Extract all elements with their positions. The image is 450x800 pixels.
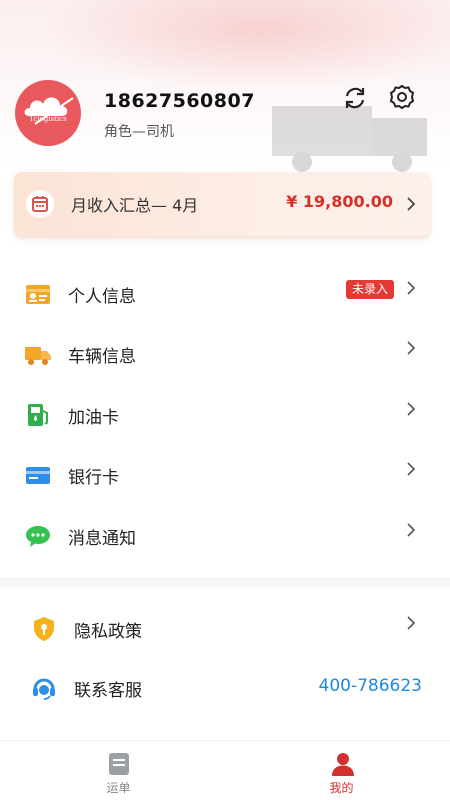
avatar-brand-text: Tclogistics: [29, 115, 67, 123]
income-title: 月收入汇总— 4月: [71, 196, 199, 215]
bottom-tab-bar: 运单 我的: [0, 740, 450, 800]
cloud-logo-icon: [24, 97, 74, 125]
chevron-right-icon: [407, 523, 416, 537]
shield-icon: [34, 617, 54, 641]
menu-label: 银行卡: [68, 468, 119, 488]
status-badge: 未录入: [345, 280, 394, 299]
id-card-icon: [26, 285, 50, 304]
menu-label: 隐私政策: [74, 622, 142, 642]
chevron-right-icon: [407, 462, 416, 476]
menu-label: 联系客服: [74, 681, 142, 701]
section-divider: [0, 578, 450, 588]
truck-icon: [25, 347, 51, 365]
chat-bubble-icon: [26, 526, 50, 547]
menu-label: 车辆信息: [68, 347, 136, 367]
menu-item-fuel-card[interactable]: 加油卡: [0, 386, 450, 442]
chevron-right-icon: [407, 281, 416, 295]
gear-icon[interactable]: [388, 83, 416, 111]
fuel-pump-icon: [28, 404, 48, 426]
calendar-icon: [26, 190, 54, 218]
profile-header: Tclogistics 18627560807 角色—司机: [0, 0, 450, 170]
user-phone: 18627560807: [104, 90, 255, 112]
menu-label: 消息通知: [68, 529, 136, 549]
user-role: 角色—司机: [104, 124, 174, 140]
tab-waybill[interactable]: 运单: [0, 741, 225, 800]
avatar[interactable]: Tclogistics: [15, 80, 81, 146]
chevron-right-icon: [407, 341, 416, 355]
tab-label: 我的: [329, 781, 354, 795]
menu-item-privacy-policy[interactable]: 隐私政策: [0, 600, 450, 656]
menu-item-notifications[interactable]: 消息通知: [0, 507, 450, 563]
income-amount: ¥ 19,800.00: [286, 192, 393, 211]
menu-label: 加油卡: [68, 408, 119, 428]
menu-item-personal-info[interactable]: 个人信息 未录入: [0, 265, 450, 321]
chevron-right-icon: [407, 197, 416, 211]
menu-item-vehicle-info[interactable]: 车辆信息: [0, 325, 450, 381]
user-icon: [332, 753, 354, 776]
chevron-right-icon: [407, 402, 416, 416]
support-phone-link[interactable]: 400-786623: [319, 676, 422, 696]
chevron-right-icon: [407, 616, 416, 630]
waybill-icon: [109, 753, 129, 775]
bank-card-icon: [26, 467, 50, 484]
refresh-icon[interactable]: [341, 84, 369, 112]
menu-item-contact-support[interactable]: 联系客服 400-786623: [0, 659, 450, 715]
menu-label: 个人信息: [68, 287, 136, 307]
monthly-income-card[interactable]: 月收入汇总— 4月 ¥ 19,800.00: [14, 172, 430, 236]
tab-mine[interactable]: 我的: [225, 741, 450, 800]
tab-label: 运单: [106, 781, 131, 795]
menu-item-bank-card[interactable]: 银行卡: [0, 446, 450, 502]
headset-icon: [33, 678, 55, 700]
